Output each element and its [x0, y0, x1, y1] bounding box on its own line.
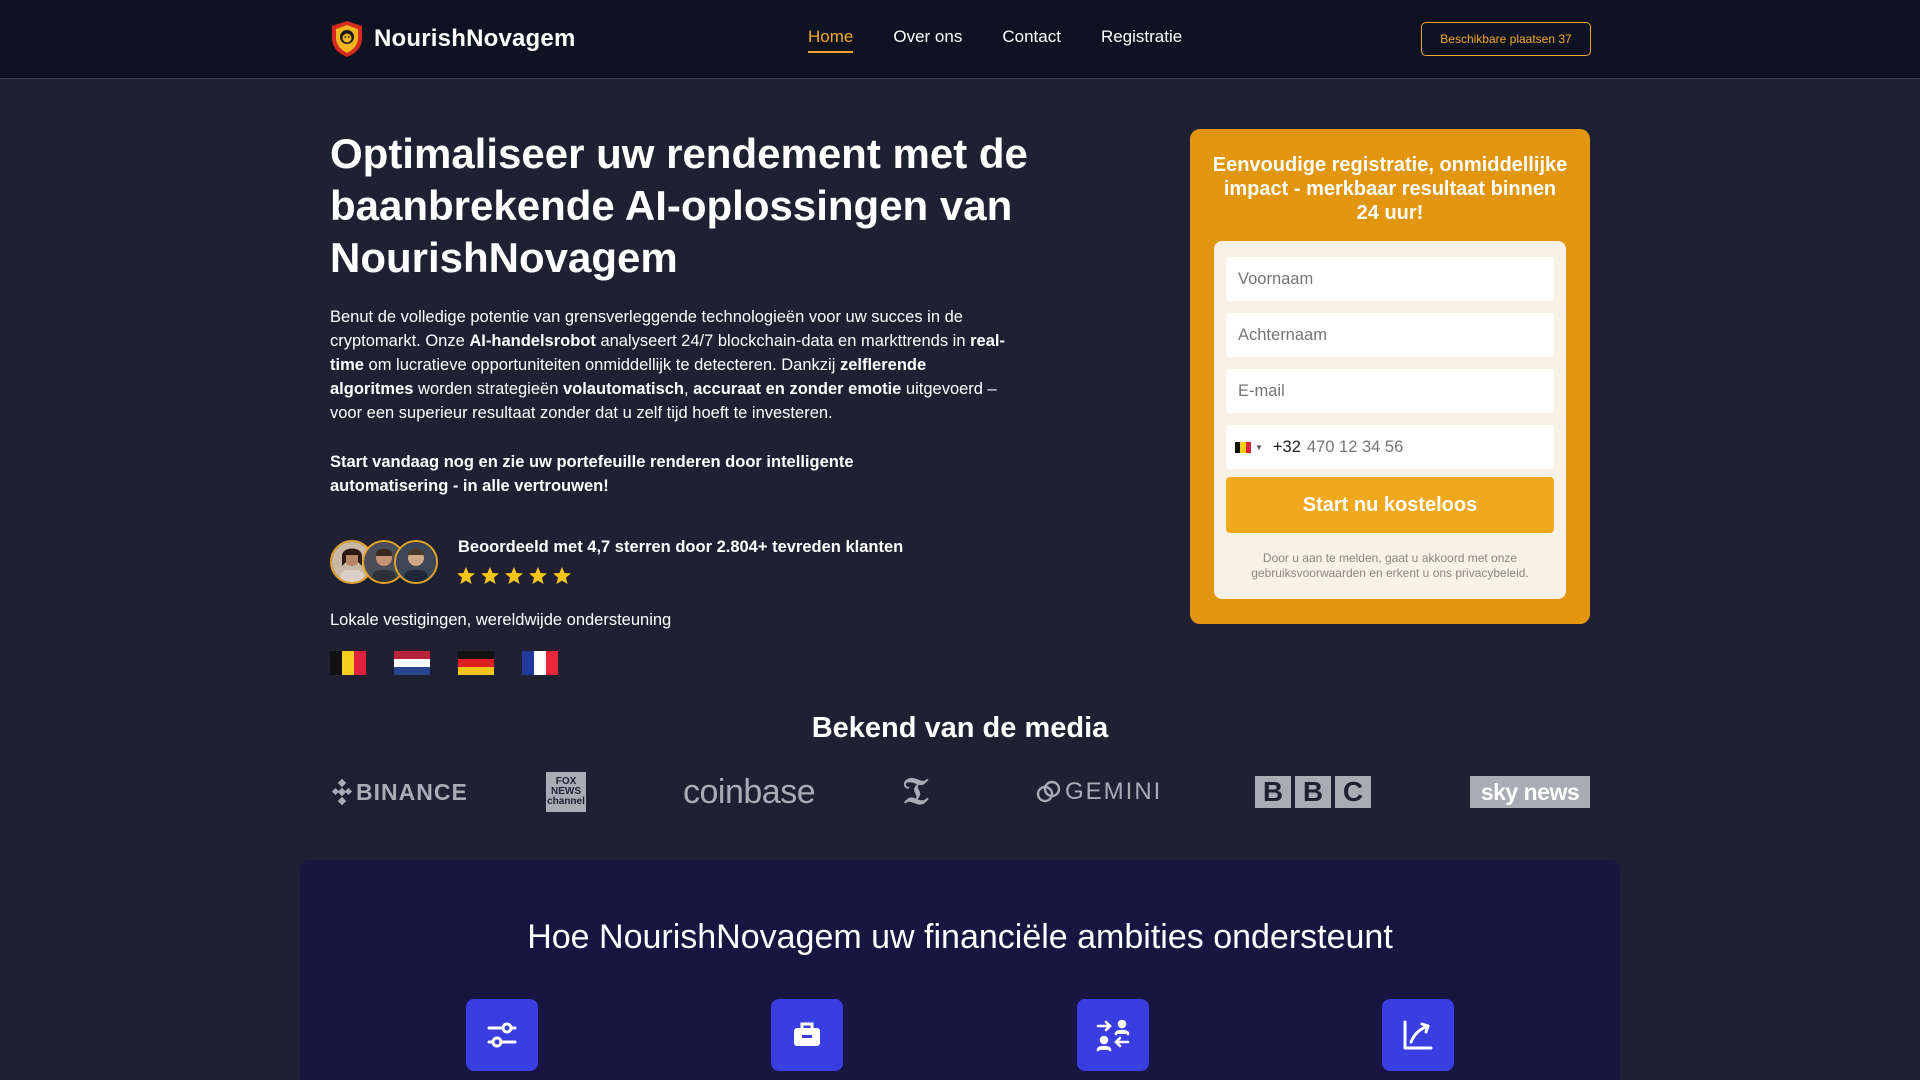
france-flag — [522, 651, 558, 675]
germany-flag — [458, 651, 494, 675]
phone-country-code: +32 — [1272, 437, 1301, 456]
terms-note: Door u aan te melden, gaat u akkoord met… — [1251, 551, 1529, 580]
gemini-logo: GEMINI — [1036, 770, 1162, 814]
fox-news-logo: FOX NEWS channel — [546, 770, 586, 814]
customer-avatars — [330, 540, 440, 586]
phone-field[interactable] — [1306, 437, 1527, 457]
nav-home[interactable]: Home — [808, 27, 854, 53]
sliders-icon — [466, 999, 538, 1071]
hero-title: Optimaliseer uw rendement met de baanbre… — [330, 130, 1028, 281]
coinbase-logo: coinbase — [683, 772, 816, 811]
country-flags — [330, 651, 558, 675]
star-icon — [529, 567, 547, 584]
star-icon — [481, 567, 499, 584]
hero-cta-text: Start vandaag nog en zie uw portefeuille… — [330, 453, 854, 495]
nav-registratie[interactable]: Registratie — [1101, 27, 1182, 53]
chevron-down-icon[interactable]: ▼ — [1255, 443, 1263, 452]
nav-over-ons[interactable]: Over ons — [893, 27, 962, 53]
nav-contact[interactable]: Contact — [1002, 27, 1061, 53]
lion-shield-icon — [332, 21, 362, 57]
registration-card: Eenvoudige registratie, onmiddellijke im… — [1190, 129, 1590, 624]
registration-form: ▼ +32 Start nu kosteloos Door u aan te m… — [1214, 241, 1566, 599]
hero-text-run: analyseert 24/7 blockchain-data en markt… — [595, 332, 971, 350]
rating-text: Beoordeeld met 4,7 sterren door 2.804+ t… — [458, 538, 904, 556]
phone-field-wrapper: ▼ +32 — [1226, 425, 1554, 469]
belgium-flag — [330, 651, 366, 675]
avatar — [394, 540, 438, 584]
hero-text-run: om lucratieve opportuniteiten onmiddelli… — [363, 356, 840, 374]
brand-name: NourishNovagem — [374, 25, 576, 52]
gemini-icon — [1036, 780, 1061, 803]
email-field[interactable] — [1226, 369, 1554, 413]
brand-logo[interactable]: NourishNovagem — [330, 20, 576, 58]
rating-stars — [456, 566, 572, 586]
site-header: NourishNovagem Home Over ons Contact Reg… — [0, 0, 1920, 79]
netherlands-flag — [394, 651, 430, 675]
local-offices-text: Lokale vestigingen, wereldwijde onderste… — [330, 611, 672, 629]
sky-news-logo: sky news — [1470, 770, 1590, 814]
last-name-field[interactable] — [1226, 313, 1554, 357]
briefcase-icon — [771, 999, 843, 1071]
available-seats-button[interactable]: Beschikbare plaatsen 37 — [1421, 22, 1591, 56]
binance-diamond-icon — [331, 778, 353, 806]
registration-title: Eenvoudige registratie, onmiddellijke im… — [1212, 154, 1568, 224]
star-icon — [553, 567, 571, 584]
hero-text-run: worden strategieën — [413, 380, 563, 398]
binance-logo: BINANCE — [330, 770, 468, 814]
star-icon — [457, 567, 475, 584]
country-selector[interactable] — [1235, 441, 1251, 453]
chart-growth-icon — [1382, 999, 1454, 1071]
bbc-logo: B B C — [1255, 770, 1371, 814]
features-section: Hoe NourishNovagem uw financiële ambitie… — [300, 860, 1620, 1080]
features-title: Hoe NourishNovagem uw financiële ambitie… — [527, 918, 1393, 956]
hero-emphasis: accuraat en zonder emotie — [693, 380, 902, 398]
media-section-title: Bekend van de media — [811, 712, 1109, 744]
hero-text-run: , — [684, 380, 694, 398]
first-name-field[interactable] — [1226, 257, 1554, 301]
user-exchange-icon — [1077, 999, 1149, 1071]
hero-description: Benut de volledige potentie van grensver… — [330, 305, 1010, 425]
hero-emphasis: volautomatisch — [562, 380, 684, 398]
start-free-button[interactable]: Start nu kosteloos — [1226, 477, 1554, 533]
nytimes-logo: 𝔗 — [903, 771, 929, 813]
main-nav: Home Over ons Contact Registratie — [808, 27, 1182, 53]
hero-emphasis: AI-handelsrobot — [469, 332, 596, 350]
star-icon — [505, 567, 523, 584]
